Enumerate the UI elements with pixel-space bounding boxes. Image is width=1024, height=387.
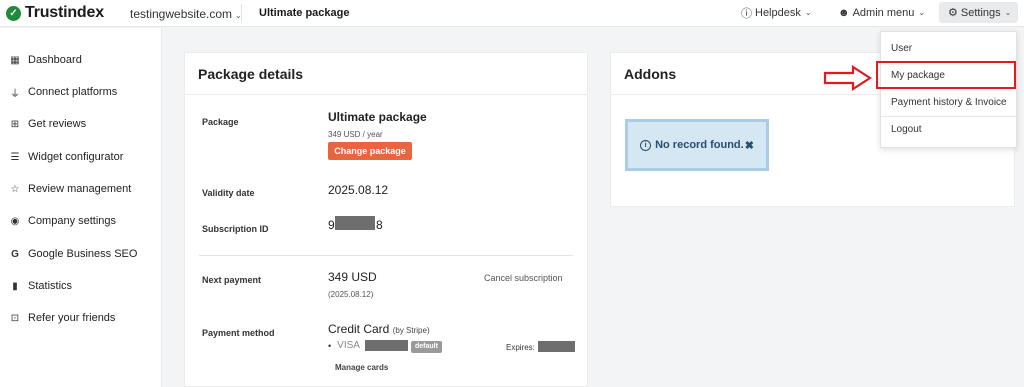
- settings-menu[interactable]: ⚙ Settings ⌄: [939, 2, 1018, 23]
- subscription-label: Subscription ID: [202, 224, 269, 234]
- sidebar-item-label: Get reviews: [28, 118, 87, 130]
- validity-label: Validity date: [202, 188, 255, 198]
- bullet-icon: •: [328, 340, 332, 351]
- redacted-block: [538, 341, 575, 352]
- subscription-id-prefix: 9: [328, 218, 335, 232]
- package-details-card: Package details Package Ultimate package…: [184, 52, 588, 387]
- chevron-down-icon: ⌄: [804, 8, 812, 17]
- grid-icon: ▦: [10, 54, 20, 66]
- sidebar-item-dashboard[interactable]: ▦ Dashboard: [9, 52, 82, 68]
- top-bar: ✓ Trustindex testingwebsite.com ⌄ Ultimat…: [0, 0, 1024, 27]
- sidebar-item-label: Google Business SEO: [28, 248, 138, 260]
- divider: [881, 116, 1016, 117]
- sidebar-item-widget-configurator[interactable]: ☰ Widget configurator: [9, 149, 124, 165]
- bar-chart-icon: ▮: [12, 280, 18, 292]
- sidebar-item-label: Statistics: [28, 280, 73, 292]
- site-selector[interactable]: testingwebsite.com ⌄: [130, 7, 242, 21]
- card-title: Package details: [198, 66, 304, 82]
- helpdesk-label: Helpdesk: [755, 6, 801, 19]
- package-label: Package: [202, 117, 239, 127]
- package-name: Ultimate package: [328, 110, 427, 124]
- google-icon: G: [11, 248, 19, 260]
- chevron-down-icon: ⌄: [1004, 8, 1012, 17]
- sidebar-item-google-business-seo[interactable]: G Google Business SEO: [9, 246, 137, 262]
- sidebar-item-label: Refer your friends: [28, 312, 116, 324]
- globe-icon: ◉: [10, 215, 20, 227]
- divider: [199, 255, 573, 256]
- sidebar-item-label: Connect platforms: [28, 86, 118, 98]
- question-circle-icon: ⓘ: [741, 7, 752, 20]
- sidebar-item-label: Dashboard: [28, 54, 82, 66]
- sidebar-item-review-management[interactable]: ☆ Review management: [9, 181, 132, 197]
- sidebar-item-company-settings[interactable]: ◉ Company settings: [9, 213, 116, 229]
- subscription-id-suffix: 8: [376, 218, 383, 232]
- sidebar-item-label: Company settings: [28, 215, 117, 227]
- sliders-icon: ☰: [10, 151, 20, 163]
- page-title: Ultimate package: [259, 7, 350, 19]
- card-title: Addons: [624, 66, 677, 82]
- card-brand: VISA: [337, 340, 360, 351]
- sidebar-item-connect-platforms[interactable]: ⏚ Connect platforms: [9, 84, 117, 100]
- plug-icon: ⏚: [10, 88, 20, 100]
- close-icon[interactable]: ✖: [745, 139, 754, 152]
- admin-menu-label: Admin menu: [852, 6, 915, 19]
- next-payment-label: Next payment: [202, 275, 262, 285]
- message-plus-icon: ⊞: [10, 118, 20, 130]
- redacted-block: [365, 340, 408, 351]
- settings-dropdown: User My package Payment history & Invoic…: [880, 31, 1017, 148]
- redacted-block: [335, 216, 375, 230]
- settings-label: Settings: [960, 6, 1001, 19]
- divider: [241, 4, 242, 22]
- change-package-button[interactable]: Change package: [328, 142, 412, 160]
- gear-icon: ⚙: [948, 7, 958, 19]
- dropdown-item-logout[interactable]: Logout: [891, 124, 922, 135]
- payment-method-name: Credit Card: [328, 322, 390, 336]
- check-circle-icon: ✓: [6, 5, 21, 21]
- site-name: testingwebsite.com: [130, 7, 233, 21]
- next-payment-value: 349 USD: [328, 270, 377, 284]
- sidebar: ▦ Dashboard ⏚ Connect platforms ⊞ Get re…: [0, 28, 162, 387]
- sidebar-item-statistics[interactable]: ▮ Statistics: [9, 278, 72, 294]
- chevron-down-icon: ⌄: [918, 8, 926, 17]
- user-icon: ☻: [838, 6, 850, 19]
- sidebar-item-label: Widget configurator: [28, 151, 124, 163]
- sidebar-item-label: Review management: [28, 183, 132, 195]
- dropdown-item-payment-history[interactable]: Payment history & Invoice: [891, 97, 1007, 108]
- card-entry: • VISA: [328, 340, 360, 351]
- arrow-right-icon: [823, 65, 873, 91]
- validity-value: 2025.08.12: [328, 183, 389, 197]
- sidebar-item-refer-friends[interactable]: ⊡ Refer your friends: [9, 310, 116, 326]
- info-circle-icon: i: [640, 139, 652, 151]
- default-badge: default: [411, 341, 442, 353]
- empty-state-alert: i No record found. ✖: [625, 119, 769, 171]
- payment-method-label: Payment method: [202, 328, 275, 338]
- gift-icon: ⊡: [10, 312, 20, 324]
- admin-menu[interactable]: ☻ Admin menu ⌄: [838, 2, 925, 23]
- brand-name: Trustindex: [25, 4, 104, 21]
- card-header: Package details: [185, 53, 587, 95]
- payment-method-value: Credit Card (by Stripe): [328, 322, 430, 336]
- dropdown-item-user[interactable]: User: [891, 43, 912, 54]
- brand-logo[interactable]: ✓ Trustindex: [6, 4, 104, 22]
- empty-message: No record found.: [655, 139, 744, 151]
- next-payment-date: (2025.08.12): [328, 290, 374, 299]
- manage-cards-link[interactable]: Manage cards: [335, 363, 388, 372]
- expires-label: Expires:: [506, 343, 535, 352]
- highlight-box: [876, 61, 1016, 89]
- helpdesk-menu[interactable]: ⓘ Helpdesk ⌄: [741, 2, 812, 23]
- cancel-subscription-link[interactable]: Cancel subscription: [484, 273, 563, 283]
- payment-provider: (by Stripe): [392, 326, 430, 335]
- sidebar-item-get-reviews[interactable]: ⊞ Get reviews: [9, 116, 86, 132]
- star-icon: ☆: [10, 183, 20, 195]
- package-price: 349 USD / year: [328, 130, 383, 139]
